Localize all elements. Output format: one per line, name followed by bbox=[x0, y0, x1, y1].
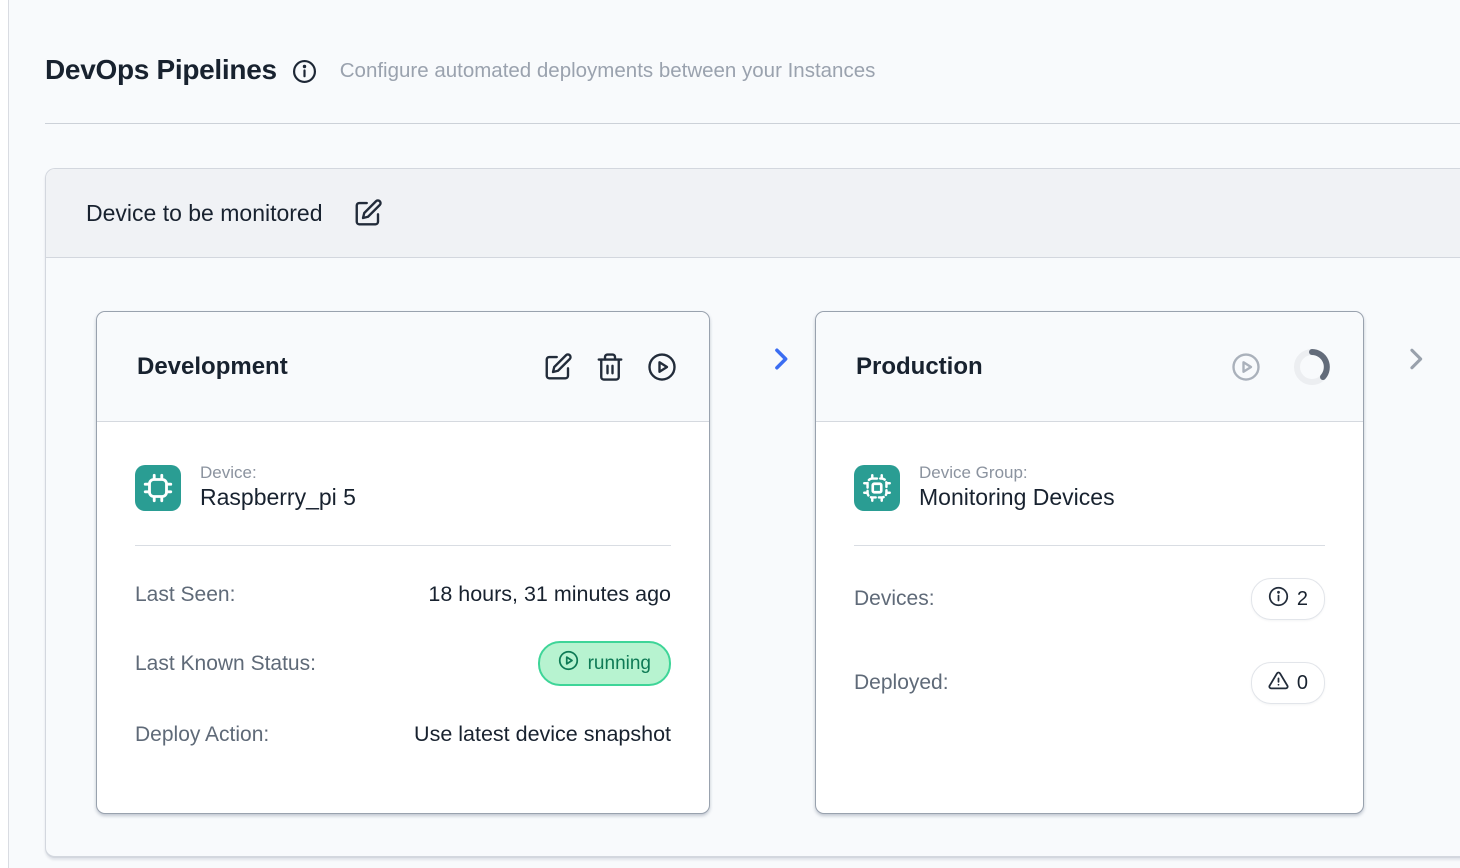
edit-icon bbox=[543, 352, 573, 382]
status-badge-text: running bbox=[588, 653, 651, 675]
scroll-next-chevron-icon[interactable] bbox=[1402, 345, 1430, 373]
last-seen-value: 18 hours, 31 minutes ago bbox=[428, 582, 671, 607]
devices-count-badge[interactable]: 2 bbox=[1251, 578, 1325, 620]
device-group-label: Device Group: bbox=[919, 462, 1115, 483]
edit-stage-button[interactable] bbox=[543, 352, 573, 382]
pipeline-name: Device to be monitored bbox=[86, 200, 323, 227]
device-row: Device: Raspberry_pi 5 bbox=[135, 422, 671, 513]
main-content-area: DevOps Pipelines Configure automated dep… bbox=[8, 0, 1460, 868]
play-circle-icon bbox=[558, 650, 579, 677]
page-subtitle: Configure automated deployments between … bbox=[340, 59, 876, 83]
production-actions bbox=[1231, 348, 1331, 386]
pipeline-flow-chevron-icon bbox=[767, 345, 795, 373]
last-known-status-row: Last Known Status: running bbox=[135, 641, 671, 686]
device-group-row: Device Group: Monitoring Devices bbox=[854, 422, 1325, 513]
header-divider bbox=[45, 123, 1460, 124]
pipeline-stages-area: Development bbox=[46, 258, 1460, 857]
deploy-action-row: Deploy Action: Use latest device snapsho… bbox=[135, 722, 671, 747]
device-chip-icon bbox=[135, 465, 181, 511]
development-card-body: Device: Raspberry_pi 5 Last Seen: 18 hou… bbox=[97, 422, 709, 747]
device-label: Device: bbox=[200, 462, 356, 483]
page-header: DevOps Pipelines Configure automated dep… bbox=[45, 54, 875, 86]
last-seen-row: Last Seen: 18 hours, 31 minutes ago bbox=[135, 582, 671, 607]
stage-title: Production bbox=[856, 353, 1231, 381]
play-circle-icon bbox=[647, 352, 677, 382]
deploy-action-label: Deploy Action: bbox=[135, 723, 269, 747]
delete-stage-button[interactable] bbox=[595, 352, 625, 382]
development-card-header: Development bbox=[97, 312, 709, 422]
info-icon[interactable] bbox=[292, 59, 317, 84]
stage-card-production: Production bbox=[815, 311, 1364, 814]
run-stage-button[interactable] bbox=[647, 352, 677, 382]
production-card-header: Production bbox=[816, 312, 1363, 422]
run-stage-button-disabled[interactable] bbox=[1231, 352, 1261, 382]
deployed-row: Deployed: 0 bbox=[854, 662, 1325, 704]
stage-card-development: Development bbox=[96, 311, 710, 814]
deployed-label: Deployed: bbox=[854, 671, 949, 695]
edit-icon bbox=[353, 216, 383, 231]
devops-pipelines-page: DevOps Pipelines Configure automated dep… bbox=[0, 0, 1460, 868]
deployed-count-badge[interactable]: 0 bbox=[1251, 662, 1325, 704]
devices-count: 2 bbox=[1297, 588, 1308, 611]
edit-pipeline-button[interactable] bbox=[353, 198, 383, 228]
status-badge: running bbox=[538, 641, 671, 686]
devices-label: Devices: bbox=[854, 587, 935, 611]
device-group-chip-icon bbox=[854, 465, 900, 511]
production-card-body: Device Group: Monitoring Devices Devices… bbox=[816, 422, 1363, 704]
info-circle-icon bbox=[1268, 586, 1289, 612]
loading-spinner-icon bbox=[1293, 348, 1331, 386]
device-name: Raspberry_pi 5 bbox=[200, 483, 356, 513]
pipeline-panel: Device to be monitored Development bbox=[45, 168, 1460, 858]
stage-title: Development bbox=[137, 353, 543, 381]
page-title: DevOps Pipelines bbox=[45, 54, 277, 86]
status-label: Last Known Status: bbox=[135, 652, 316, 676]
last-seen-label: Last Seen: bbox=[135, 583, 235, 607]
deploy-action-value: Use latest device snapshot bbox=[414, 722, 671, 747]
card-divider bbox=[135, 545, 671, 546]
warning-triangle-icon bbox=[1268, 670, 1289, 696]
development-actions bbox=[543, 352, 677, 382]
devices-row: Devices: 2 bbox=[854, 578, 1325, 620]
trash-icon bbox=[595, 352, 625, 382]
device-group-name: Monitoring Devices bbox=[919, 483, 1115, 513]
deployed-count: 0 bbox=[1297, 672, 1308, 695]
card-divider bbox=[854, 545, 1325, 546]
play-circle-icon bbox=[1231, 352, 1261, 382]
pipeline-panel-header: Device to be monitored bbox=[46, 169, 1460, 258]
